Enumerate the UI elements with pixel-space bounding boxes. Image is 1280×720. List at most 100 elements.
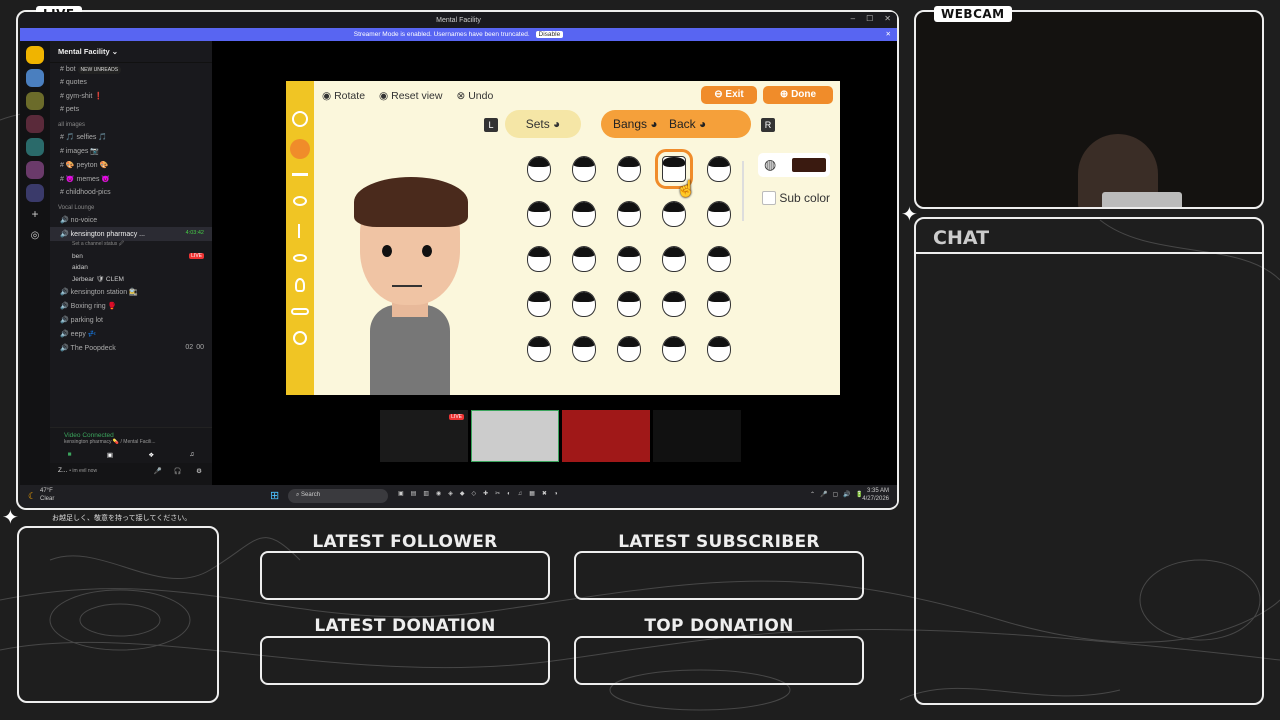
ear-icon[interactable] [295,278,305,292]
hairstyle-option[interactable] [571,201,596,227]
sub-color-toggle[interactable]: Sub color [762,191,830,205]
r-button[interactable]: R [761,118,775,132]
channel-status[interactable]: Set a channel status 🖉 [50,241,212,251]
back-tab[interactable]: Back ◕ [669,117,706,131]
hairstyle-option[interactable] [571,336,596,362]
voice-channel[interactable]: 🔊 kensington station 🚉 [50,285,212,299]
voice-member[interactable]: Jerbear 🛡 CLEM [50,273,212,285]
discover-icon[interactable]: ◎ [26,230,44,248]
hairstyle-option[interactable] [616,156,641,182]
bangs-tab[interactable]: Bangs ◕ [613,117,658,131]
folder-icon[interactable] [26,46,44,64]
rotate-button[interactable]: ◉ Rotate [322,90,365,102]
system-tray[interactable]: ⌃🎤▢🔊🔋 [810,491,868,498]
server-icon[interactable] [26,115,44,133]
voice-member[interactable]: ben LIVE [50,251,212,262]
undo-button[interactable]: ⊗ Undo [456,90,493,102]
search-box[interactable]: ⌕ Search [288,489,388,503]
mouth-icon[interactable] [293,254,307,262]
server-icon[interactable] [26,184,44,202]
voice-member[interactable]: aidan [50,262,212,273]
nose-icon[interactable] [298,224,302,238]
server-icon[interactable] [26,161,44,179]
settings-gear-icon[interactable]: ⚙ [196,467,202,475]
mole-icon[interactable] [293,331,307,345]
server-name[interactable]: Mental Facility ⌄ [50,41,212,63]
done-button[interactable]: ⊕ Done [763,86,833,104]
server-icon[interactable] [26,92,44,110]
close-icon[interactable]: ✕ [884,14,891,23]
sub-color-checkbox[interactable] [762,191,776,205]
hair-icon[interactable] [290,139,310,159]
channel-item[interactable]: # pets [50,103,212,116]
hairstyle-option[interactable] [706,336,731,362]
channel-item[interactable]: # images 📷 [50,144,212,158]
stream-thumbnail[interactable] [471,410,559,462]
soundboard-icon[interactable]: ♫ [189,451,194,459]
glasses-icon[interactable] [291,308,309,315]
user-name[interactable]: Z... [58,467,67,474]
channel-item[interactable]: # gym-shit ❗ [50,89,212,103]
stream-thumbnail[interactable] [562,410,650,462]
hairstyle-option[interactable] [571,291,596,317]
color-palette-button[interactable]: ◍ [758,153,830,177]
category-voice[interactable]: Vocal Lounge [50,199,212,213]
channel-item[interactable]: # 😈 memes 😈 [50,172,212,186]
scrollbar[interactable] [742,161,744,221]
hairstyle-option[interactable] [616,336,641,362]
start-icon[interactable]: ⊞ [270,489,279,502]
eye-icon[interactable] [293,196,307,206]
stream-thumbnail[interactable] [653,410,741,462]
hairstyle-option[interactable] [571,156,596,182]
category-images[interactable]: all images [50,116,212,130]
hairstyle-option[interactable] [571,246,596,272]
screen-share-icon[interactable]: ▣ [107,451,113,459]
hairstyle-option[interactable] [526,156,551,182]
mic-icon[interactable]: 🎤 [154,467,162,475]
hairstyle-option[interactable] [616,246,641,272]
channel-item[interactable]: # 🎵 selfies 🎵 [50,130,212,144]
hairstyle-option[interactable] [616,291,641,317]
exit-button[interactable]: ⊖ Exit [701,86,757,104]
server-icon[interactable] [26,69,44,87]
headset-icon[interactable]: 🎧 [174,467,182,475]
voice-channel[interactable]: 🔊 no-voice [50,213,212,227]
hairstyle-option[interactable] [526,291,551,317]
hairstyle-option[interactable] [706,246,731,272]
hairstyle-option[interactable] [661,336,686,362]
channel-item[interactable]: # childhood-pics [50,186,212,199]
l-button[interactable]: L [484,118,498,132]
taskbar-apps[interactable]: ▣▤▥◉◈◆◇✚✂◐♫▦✖◑ [398,490,565,497]
eyebrow-icon[interactable] [292,173,308,176]
minimize-icon[interactable]: – [851,14,855,23]
hairstyle-option[interactable] [661,291,686,317]
close-banner-icon[interactable]: ✕ [886,28,891,41]
activities-icon[interactable]: ❖ [148,451,154,459]
maximize-icon[interactable]: ☐ [866,14,873,23]
hairstyle-option[interactable] [526,201,551,227]
channel-item[interactable]: # 🎨 peyton 🎨 [50,158,212,172]
voice-channel[interactable]: 🔊 The Poopdeck 00 02 [50,341,212,355]
hairstyle-option[interactable] [526,246,551,272]
sets-tab[interactable]: Sets ◕ [505,110,581,138]
voice-channel[interactable]: 🔊 parking lot [50,313,212,327]
hairstyle-option[interactable] [706,201,731,227]
reset-view-button[interactable]: ◉ Reset view [379,90,442,102]
voice-channel[interactable]: 🔊 eepy 💤 [50,327,212,341]
hairstyle-option[interactable] [526,336,551,362]
face-icon[interactable] [292,111,308,127]
add-server-icon[interactable]: + [26,207,44,225]
server-icon[interactable] [26,138,44,156]
disable-button[interactable]: Disable [535,31,564,38]
channel-item[interactable]: # quotes [50,76,212,89]
voice-channel[interactable]: 🔊 Boxing ring 🥊 [50,299,212,313]
hairstyle-option[interactable] [706,291,731,317]
hairstyle-option[interactable] [661,201,686,227]
hairstyle-option[interactable] [706,156,731,182]
voice-channel-active[interactable]: 🔊 kensington pharmacy ... 4:03:42 [50,227,212,241]
stream-thumbnail[interactable]: LIVE [380,410,468,462]
hairstyle-option[interactable] [616,201,641,227]
camera-icon[interactable]: ■ [68,451,72,459]
channel-item[interactable]: # bot NEW UNREADS [50,63,212,76]
new-unreads-badge[interactable]: NEW UNREADS [77,66,122,74]
